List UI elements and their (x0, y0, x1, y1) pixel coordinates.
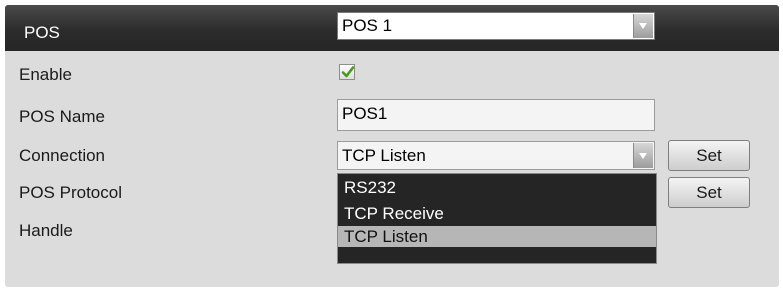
connection-set-button[interactable]: Set (668, 140, 750, 171)
chevron-down-icon[interactable] (633, 143, 653, 168)
enable-label: Enable (19, 65, 72, 84)
connection-label: Connection (19, 146, 106, 165)
handle-label: Handle (19, 221, 73, 240)
pos-select-value: POS 1 (342, 16, 393, 35)
dropdown-option-tcp-receive[interactable]: TCP Receive (338, 203, 656, 224)
dropdown-option-rs232[interactable]: RS232 (338, 177, 656, 198)
check-icon (341, 66, 355, 78)
enable-checkbox[interactable] (339, 64, 355, 80)
pos-header-label: POS (24, 23, 60, 42)
dropdown-option-tcp-listen[interactable]: TCP Listen (338, 226, 656, 247)
connection-dropdown-list: RS232 TCP Receive TCP Listen (337, 173, 657, 264)
pos-name-label: POS Name (19, 107, 105, 126)
pos-select[interactable]: POS 1 (337, 12, 655, 40)
chevron-down-icon[interactable] (633, 14, 653, 38)
protocol-set-button[interactable]: Set (668, 177, 750, 208)
pos-protocol-label: POS Protocol (19, 183, 122, 202)
connection-select[interactable]: TCP Listen (337, 141, 655, 170)
pos-name-input[interactable]: POS1 (337, 99, 655, 131)
connection-select-value: TCP Listen (342, 146, 426, 165)
